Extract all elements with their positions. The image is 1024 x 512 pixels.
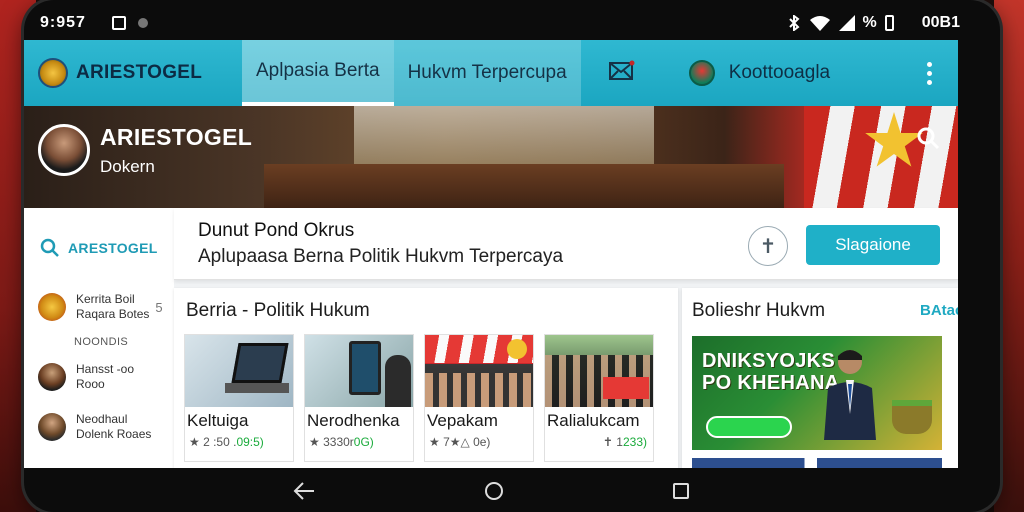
sidebar-item-sublabel: Raqara Botes <box>76 307 150 321</box>
news-thumbnail <box>545 335 653 407</box>
avatar-icon <box>38 413 66 441</box>
recent-apps-icon[interactable] <box>673 483 689 499</box>
notification-icon <box>111 16 126 30</box>
brand-logo-icon <box>38 58 68 88</box>
news-thumbnail <box>305 335 413 407</box>
account-avatar <box>688 60 715 86</box>
battery-icon <box>884 15 894 31</box>
back-icon[interactable] <box>293 481 315 501</box>
primary-button[interactable]: Slagaione <box>806 225 940 265</box>
promo-headline-line1: DNIKSYOJKS <box>702 350 836 372</box>
news-card[interactable]: Keltuiga ★ 2 :50 .09:5) <box>184 334 294 462</box>
battery-text: % <box>862 14 877 31</box>
news-card-meta: ★ 7★△ 0e) <box>429 435 491 449</box>
header-card-title: Dunut Pond Okrus <box>198 220 355 241</box>
right-panel-link[interactable]: BAtac <box>920 302 958 319</box>
sidebar-separator: NOONDIS <box>74 336 129 348</box>
avatar <box>38 124 90 176</box>
sidebar-item-label: Hansst -oo <box>76 362 135 376</box>
promo-button[interactable] <box>706 416 792 438</box>
news-thumbnail <box>185 335 293 407</box>
news-card-meta: ✝ 1 <box>602 435 623 449</box>
news-card-highlight: 0G) <box>353 435 374 449</box>
search-icon <box>40 238 59 257</box>
tab-label: Hukvm Terpercupa <box>407 62 567 83</box>
pin-icon[interactable]: ✝ <box>748 226 788 266</box>
sidebar-search[interactable]: ARESTOGEL <box>24 208 174 258</box>
top-app-bar: ARIESTOGEL Aplpasia Berta Hukvm Terpercu… <box>24 40 958 106</box>
status-right: % 00B1 <box>787 14 960 32</box>
sidebar-brand: ARESTOGEL <box>68 240 158 256</box>
sidebar-item-label: Kerrita Boil <box>76 292 135 306</box>
status-dot-icon <box>137 18 148 28</box>
header-card: Dunut Pond Okrus Aplupaasa Berna Politik… <box>174 208 958 280</box>
search-icon[interactable] <box>916 126 940 155</box>
tab-hukvm-terpercupa[interactable]: Hukvm Terpercupa <box>393 40 581 106</box>
account-name: Koottooagla <box>728 62 831 83</box>
news-card-highlight: 233) <box>622 435 647 449</box>
promo-headline: DNIKSYOJKS PO KHEHANA <box>702 350 839 394</box>
right-panel-title: Bolieshr Hukvm <box>692 300 826 321</box>
home-icon[interactable] <box>485 482 503 500</box>
host-illustration <box>824 350 876 440</box>
news-title: Berria - Politik Hukum <box>186 300 370 321</box>
news-thumbnail <box>425 335 533 407</box>
seal-icon <box>38 293 66 321</box>
tab-label: Aplpasia Berta <box>256 60 380 81</box>
news-panel: Berria - Politik Hukum Keltuiga ★ 2 :50 … <box>174 288 678 468</box>
header-card-subtitle: Aplupaasa Berna Politik Hukvm Terpercaya <box>198 246 564 267</box>
sidebar-item-extra: 5 <box>155 299 163 315</box>
wifi-icon <box>809 16 830 31</box>
promo-headline-line2: PO KHEHANA <box>702 372 840 394</box>
news-card-title: Ralialukcam <box>547 411 640 430</box>
news-card-title: Nerodhenka <box>307 411 400 430</box>
status-bar: 9:957 % 00B1 <box>40 10 960 36</box>
right-panel: Bolieshr Hukvm BAtac DNIKSYOJKS PO KHEHA… <box>682 288 958 468</box>
sidebar-item-sublabel: Rooo <box>76 377 105 391</box>
basket-icon <box>892 400 932 434</box>
signal-icon <box>838 15 855 31</box>
system-nav-bar <box>24 470 958 512</box>
app-screen: ARIESTOGEL Aplpasia Berta Hukvm Terpercu… <box>24 40 958 468</box>
more-vert-icon[interactable] <box>927 61 932 85</box>
hero-subtitle: Dokern <box>100 157 155 176</box>
sidebar-item-1[interactable]: Kerrita Boil Raqara Botes 5 <box>24 292 174 322</box>
avatar-icon <box>38 363 66 391</box>
status-right-text: 00B1 <box>921 14 960 31</box>
brand-name: ARIESTOGEL <box>76 62 203 83</box>
news-card-title: Keltuiga <box>187 411 249 430</box>
hero-banner: ARIESTOGEL Dokern <box>24 106 958 208</box>
bluetooth-icon <box>788 15 800 31</box>
promo-banner[interactable]: DNIKSYOJKS PO KHEHANA <box>692 336 942 450</box>
brand[interactable]: ARIESTOGEL <box>24 58 242 88</box>
news-card-title: Vepakam <box>427 411 498 430</box>
sidebar-item-label: Neodhaul <box>76 412 128 426</box>
account-menu[interactable]: Koottooagla <box>688 60 831 86</box>
promo-strip <box>692 458 942 468</box>
sidebar-item-3[interactable]: Neodhaul Dolenk Roaes <box>24 412 174 442</box>
news-card-highlight: 09:5) <box>236 435 264 449</box>
news-card-meta: ★ 2 :50 . <box>189 435 237 449</box>
hero-title: ARIESTOGEL <box>100 124 253 150</box>
hero-desk <box>264 164 784 208</box>
hero-profile[interactable]: ARIESTOGEL Dokern <box>38 124 252 177</box>
mail-icon[interactable] <box>608 60 635 87</box>
hero-podium <box>354 106 654 166</box>
news-card[interactable]: Ralialukcam ✝ 1233) <box>544 334 654 462</box>
sidebar-item-2[interactable]: Hansst -oo Rooo <box>24 362 174 392</box>
news-card[interactable]: Nerodhenka ★ 3330r0G) <box>304 334 414 462</box>
status-time: 9:957 <box>40 14 86 31</box>
tab-aplpasia-berta[interactable]: Aplpasia Berta <box>242 40 394 106</box>
sidebar-item-sublabel: Dolenk Roaes <box>76 427 152 441</box>
news-card[interactable]: Vepakam ★ 7★△ 0e) <box>424 334 534 462</box>
news-card-meta: ★ 3330r <box>309 435 354 449</box>
sidebar: ARESTOGEL Kerrita Boil Raqara Botes 5 NO… <box>24 208 174 468</box>
